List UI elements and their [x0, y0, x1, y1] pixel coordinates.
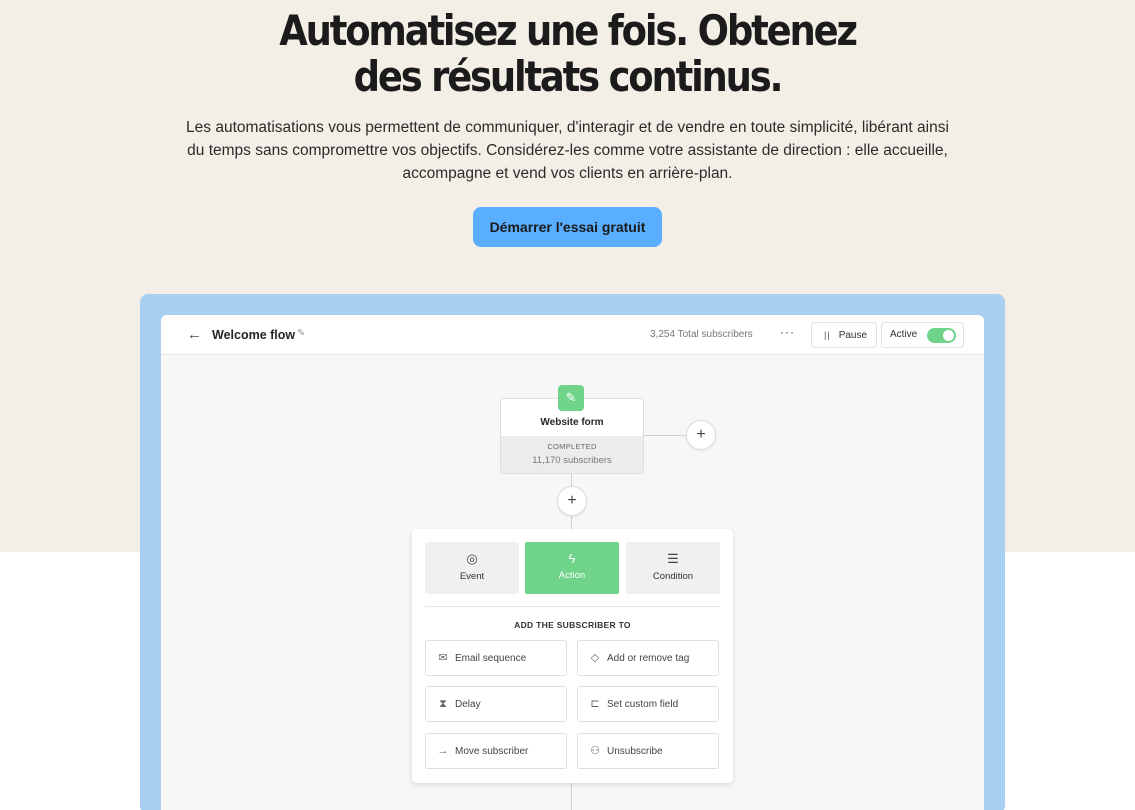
total-subscribers: 3,254 Total subscribers	[650, 329, 753, 340]
automation-editor: ← Welcome flow ✎ 3,254 Total subscribers…	[161, 315, 984, 810]
active-label: Active	[890, 329, 918, 340]
start-free-trial-button[interactable]: Démarrer l'essai gratuit	[472, 207, 663, 247]
tab-condition[interactable]: ☰ Condition	[626, 542, 720, 594]
edit-pencil-icon[interactable]: ✎	[297, 328, 305, 339]
trigger-subscribers: 11,170 subscribers	[532, 455, 612, 466]
product-preview-frame: ← Welcome flow ✎ 3,254 Total subscribers…	[140, 294, 1005, 810]
hourglass-icon: ⧗	[439, 698, 447, 710]
arrow-right-icon: →	[437, 745, 449, 757]
target-icon: ◎	[466, 551, 478, 566]
tab-label: Event	[459, 571, 485, 582]
custom-field-icon: ⊏	[590, 698, 600, 710]
hero-section: Automatisez une fois. Obtenez des résult…	[0, 0, 1135, 247]
editor-topbar: ← Welcome flow ✎ 3,254 Total subscribers…	[161, 315, 984, 355]
connector-line	[571, 515, 572, 529]
pause-icon: ||	[824, 330, 831, 340]
tag-icon: ◇	[590, 652, 600, 664]
active-control: Active	[881, 322, 964, 348]
option-label: Move subscriber	[455, 746, 529, 757]
condition-icon: ☰	[667, 551, 679, 566]
headline-line-2: des résultats continus.	[353, 52, 784, 101]
tab-label: Action	[558, 570, 586, 581]
lightning-icon: ϟ	[568, 551, 576, 566]
trigger-status: COMPLETED	[547, 442, 597, 451]
option-label: Add or remove tag	[607, 653, 690, 664]
option-label: Unsubscribe	[607, 746, 663, 757]
add-step-button[interactable]: +	[557, 486, 587, 516]
user-remove-icon: ⚇	[590, 745, 600, 757]
connector-line	[644, 435, 686, 436]
option-unsubscribe[interactable]: ⚇ Unsubscribe	[577, 733, 719, 769]
tab-label: Condition	[652, 571, 694, 582]
pause-label: Pause	[838, 330, 868, 341]
hero-headline: Automatisez une fois. Obtenez des résult…	[68, 8, 1067, 100]
add-branch-button[interactable]: +	[686, 420, 716, 450]
section-title: ADD THE SUBSCRIBER TO	[514, 620, 631, 630]
step-type-tabs: ◎ Event ϟ Action ☰ Condition	[425, 542, 720, 594]
envelope-icon: ✉	[438, 652, 448, 664]
form-icon: ✎	[558, 385, 584, 411]
add-step-panel: ◎ Event ϟ Action ☰ Condition ADD THE SUB…	[412, 529, 733, 783]
more-options-icon[interactable]: ···	[780, 325, 795, 339]
headline-line-1: Automatisez une fois. Obtenez	[279, 6, 858, 55]
trigger-title: Website form	[540, 417, 604, 428]
panel-divider	[425, 606, 720, 607]
tab-event[interactable]: ◎ Event	[425, 542, 519, 594]
option-label: Set custom field	[607, 699, 679, 710]
trigger-footer: COMPLETED 11,170 subscribers	[501, 436, 643, 473]
flow-title: Welcome flow	[212, 328, 296, 342]
option-delay[interactable]: ⧗ Delay	[425, 686, 567, 722]
option-label: Delay	[455, 699, 481, 710]
option-add-remove-tag[interactable]: ◇ Add or remove tag	[577, 640, 719, 676]
option-email-sequence[interactable]: ✉ Email sequence	[425, 640, 567, 676]
option-move-subscriber[interactable]: → Move subscriber	[425, 733, 567, 769]
tab-action[interactable]: ϟ Action	[525, 542, 619, 594]
active-toggle[interactable]	[927, 328, 956, 343]
pause-button[interactable]: || Pause	[811, 322, 877, 348]
back-arrow-icon[interactable]: ←	[187, 326, 202, 343]
option-set-custom-field[interactable]: ⊏ Set custom field	[577, 686, 719, 722]
hero-subtext: Les automatisations vous permettent de c…	[186, 119, 949, 182]
connector-line	[571, 783, 572, 810]
option-label: Email sequence	[455, 653, 527, 664]
